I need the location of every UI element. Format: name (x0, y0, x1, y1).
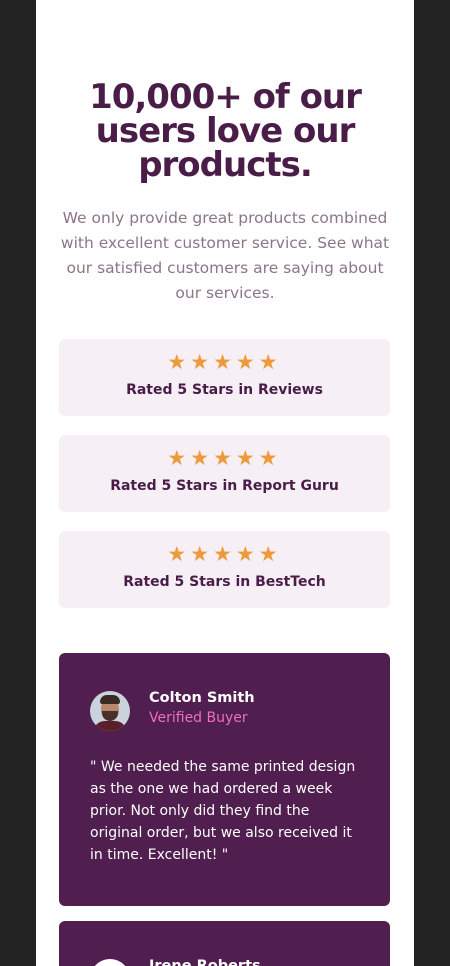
testimonial-quote: " We needed the same printed design as t… (90, 759, 356, 863)
star-icon: ★ (167, 446, 191, 470)
testimonial-card: Irene Roberts (59, 921, 390, 966)
intro-text: We only provide great products combined … (60, 209, 390, 302)
reviewer-name: Colton Smith (149, 690, 255, 706)
page-title-line-2: users love our (95, 111, 356, 151)
rating-card-besttech: ★★★★★ Rated 5 Stars in BestTech (59, 531, 390, 608)
star-rating: ★★★★★ (59, 351, 390, 373)
star-icon: ★ (213, 446, 236, 470)
rating-label: Rated 5 Stars in Report Guru (110, 478, 339, 494)
star-icon: ★ (167, 542, 191, 566)
rating-card-reviews: ★★★★★ Rated 5 Stars in Reviews (59, 339, 390, 416)
star-icon: ★ (235, 446, 259, 470)
reviewer-name: Irene Roberts (149, 958, 261, 966)
rating-card-report-guru: ★★★★★ Rated 5 Stars in Report Guru (59, 435, 390, 512)
rating-label: Rated 5 Stars in Reviews (126, 382, 323, 398)
star-icon: ★ (190, 446, 214, 470)
avatar (90, 691, 130, 731)
page-title-line-3: products. (138, 145, 313, 185)
star-icon: ★ (213, 542, 236, 566)
avatar (90, 959, 130, 966)
star-icon: ★ (258, 350, 282, 374)
avatar-body (93, 721, 127, 731)
star-icon: ★ (213, 350, 236, 374)
star-icon: ★ (190, 350, 214, 374)
page-title-line-1: 10,000+ of our (89, 77, 362, 117)
star-icon: ★ (190, 542, 214, 566)
star-icon: ★ (235, 542, 259, 566)
star-rating: ★★★★★ (59, 543, 390, 565)
avatar-hair (100, 695, 120, 704)
star-icon: ★ (258, 542, 282, 566)
star-icon: ★ (167, 350, 191, 374)
avatar-beard (102, 711, 118, 721)
star-rating: ★★★★★ (59, 447, 390, 469)
star-icon: ★ (235, 350, 259, 374)
reviewer-role: Verified Buyer (149, 710, 248, 726)
page-title: 10,000+ of our users love our products. (36, 80, 414, 182)
testimonials-page: 10,000+ of our users love our products. … (36, 0, 414, 966)
star-icon: ★ (258, 446, 282, 470)
testimonial-card: Colton Smith Verified Buyer " We needed … (59, 653, 390, 906)
rating-label: Rated 5 Stars in BestTech (123, 574, 326, 590)
